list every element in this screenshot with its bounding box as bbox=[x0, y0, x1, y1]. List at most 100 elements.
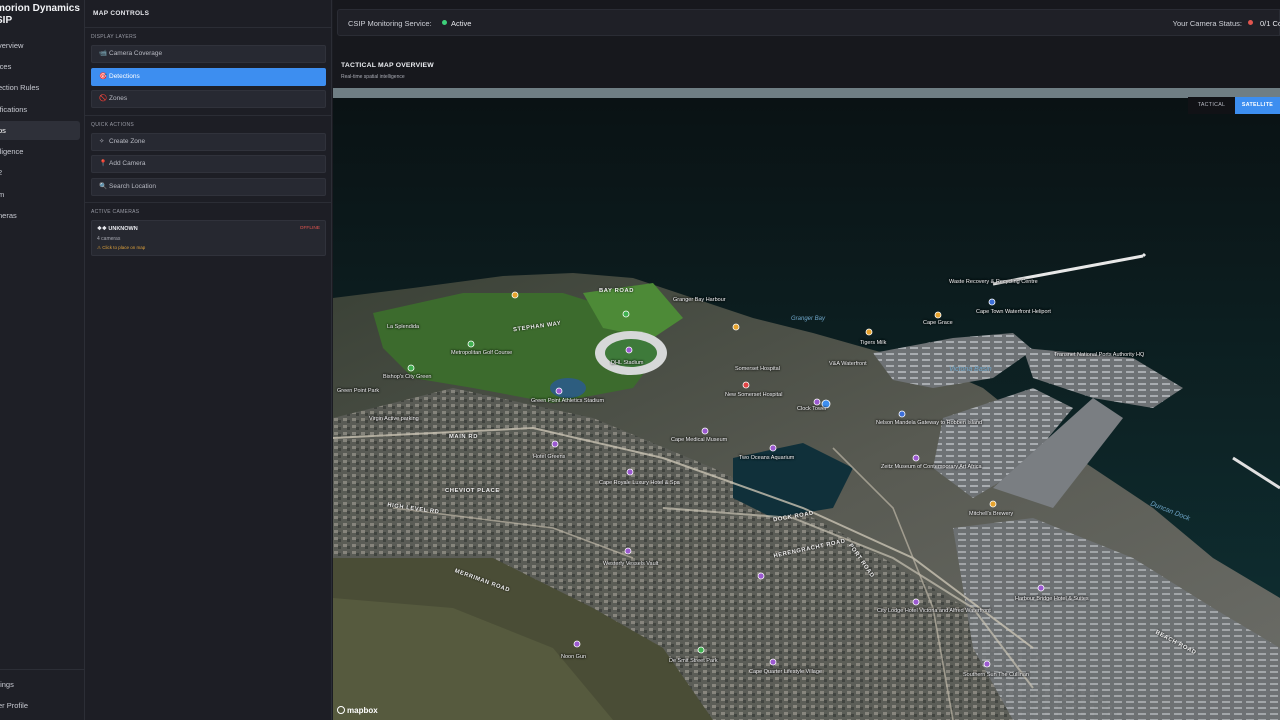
camera-count: 4 cameras bbox=[97, 236, 121, 242]
map-poi[interactable]: Zeitz Museum of Contemporary Art Africa bbox=[881, 464, 982, 470]
map-poi[interactable]: Transnet National Ports Authority HQ bbox=[1054, 352, 1144, 358]
map-poi[interactable]: Cape Royale Luxury Hotel & Spa bbox=[599, 480, 680, 486]
map-poi[interactable]: La Splendida bbox=[387, 324, 419, 330]
map-poi[interactable]: DHL Stadium bbox=[611, 360, 644, 366]
map-poi[interactable]: Clock Tower bbox=[797, 406, 827, 412]
brand-name: morion Dynamics bbox=[0, 3, 80, 14]
satellite-map[interactable]: Victoria Basin Duncan Dock Granger Bay M… bbox=[333, 88, 1280, 720]
sidebar-item-devices[interactable]: ices bbox=[0, 57, 80, 76]
layer-label: Detections bbox=[109, 73, 140, 80]
map-poi[interactable]: Virgin Active parking bbox=[369, 416, 419, 422]
camera-group-card[interactable]: ❖❖ UNKNOWN 4 cameras ⚠ Click to place on… bbox=[91, 220, 326, 256]
map-poi[interactable]: Green Point Athletics Stadium bbox=[531, 398, 604, 404]
camera-status-dot bbox=[1248, 20, 1253, 25]
map-mode-tactical-button[interactable]: TACTICAL bbox=[1188, 97, 1235, 114]
sidebar-item-label: neras bbox=[0, 211, 17, 220]
sidebar-item-notifications[interactable]: ifications bbox=[0, 100, 80, 119]
sidebar-item-detection-rules[interactable]: ection Rules bbox=[0, 78, 80, 97]
sidebar-item-user-profile[interactable]: er Profile bbox=[0, 696, 80, 715]
sidebar-item-label: ices bbox=[0, 62, 12, 71]
display-layers-label: DISPLAY LAYERS bbox=[91, 34, 137, 40]
map-mode-satellite-button[interactable]: SATELLITE bbox=[1235, 97, 1280, 114]
panel-title: MAP CONTROLS bbox=[93, 10, 150, 17]
mapbox-logo-icon bbox=[337, 706, 345, 714]
sidebar-item-cameras[interactable]: neras bbox=[0, 206, 80, 225]
water-label: Victoria Basin bbox=[949, 366, 992, 373]
map-poi[interactable]: Hotel Greens bbox=[533, 454, 565, 460]
map-poi[interactable]: Green Point Park bbox=[337, 388, 379, 394]
service-status-value: Active bbox=[451, 19, 472, 28]
brand: morion Dynamics SIP bbox=[0, 3, 84, 27]
map-poi[interactable]: City Lodge Hotel Victoria and Alfred Wat… bbox=[877, 608, 991, 614]
sidebar-item-intelligence[interactable]: lligence bbox=[0, 142, 80, 161]
layer-camera-coverage-button[interactable]: 📹 Camera Coverage bbox=[91, 45, 326, 63]
map-poi[interactable]: De Smit Street Park bbox=[669, 658, 718, 664]
map-poi[interactable]: Cape Quarter Lifestyle Village bbox=[749, 669, 822, 675]
sparkle-icon: ✧ bbox=[99, 138, 105, 145]
sidebar-item-label: ection Rules bbox=[0, 83, 40, 92]
sidebar-item-7[interactable]: m bbox=[0, 185, 80, 204]
action-label: Add Camera bbox=[109, 160, 146, 167]
map-poi[interactable]: Granger Bay Harbour bbox=[673, 297, 726, 303]
map-poi[interactable]: New Somerset Hospital bbox=[725, 392, 782, 398]
water-label: Granger Bay bbox=[791, 316, 826, 322]
map-poi[interactable]: Noon Gun bbox=[561, 654, 586, 660]
layer-detections-button[interactable]: 🎯 Detections bbox=[91, 68, 326, 86]
pin-icon: 📍 bbox=[99, 160, 108, 167]
sidebar-item-label: lligence bbox=[0, 147, 24, 156]
map-poi[interactable]: Tigers Milk bbox=[860, 340, 886, 346]
mapbox-attribution[interactable]: mapbox bbox=[337, 706, 378, 715]
search-icon: 🔍 bbox=[99, 183, 108, 190]
map-poi[interactable]: V&A Waterfront bbox=[829, 361, 867, 367]
service-status-dot bbox=[442, 20, 447, 25]
main-area: CSIP Monitoring Service: Active Your Cam… bbox=[333, 0, 1280, 720]
create-zone-button[interactable]: ✧ Create Zone bbox=[91, 133, 326, 151]
map-subtitle: Real-time spatial intelligence bbox=[341, 74, 405, 80]
map-poi[interactable]: Cape Grace bbox=[923, 320, 953, 326]
sidebar-item-label: ifications bbox=[0, 105, 28, 114]
sidebar-item-maps[interactable]: ps bbox=[0, 121, 80, 140]
road-label: MAIN RD bbox=[449, 434, 478, 440]
status-bar: CSIP Monitoring Service: Active Your Cam… bbox=[337, 9, 1280, 36]
sidebar-item-label: er Profile bbox=[0, 701, 29, 710]
map-poi[interactable]: Westerly Vessels Vault bbox=[603, 561, 658, 567]
map-poi[interactable]: Somerset Hospital bbox=[735, 366, 780, 372]
active-cameras-label: ACTIVE CAMERAS bbox=[91, 209, 140, 215]
place-on-map-hint[interactable]: ⚠ Click to place on map bbox=[97, 245, 145, 251]
map-poi[interactable]: Mitchell's Brewery bbox=[969, 511, 1013, 517]
camera-icon: 📹 bbox=[99, 50, 108, 57]
camera-status-value: 0/1 Con bbox=[1260, 19, 1280, 28]
map-controls-panel: MAP CONTROLS DISPLAY LAYERS 📹 Camera Cove… bbox=[85, 0, 332, 720]
layer-label: Zones bbox=[109, 95, 128, 102]
map-poi[interactable]: Harbour Bridge Hotel & Suites bbox=[1015, 596, 1089, 602]
road-label: BAY ROAD bbox=[599, 288, 635, 294]
service-status-label: CSIP Monitoring Service: bbox=[348, 19, 432, 28]
map-title: TACTICAL MAP OVERVIEW bbox=[341, 62, 434, 69]
map-poi[interactable]: Cape Town Waterfront Heliport bbox=[976, 309, 1051, 315]
map-poi[interactable]: Cape Medical Museum bbox=[671, 437, 727, 443]
search-location-button[interactable]: 🔍 Search Location bbox=[91, 178, 326, 196]
sidebar-item-6[interactable]: 2 bbox=[0, 163, 80, 182]
map-imagery bbox=[333, 88, 1280, 720]
sidebar-divider bbox=[0, 669, 84, 670]
sidebar-item-label: ps bbox=[0, 126, 6, 135]
status-badge: OFFLINE bbox=[299, 226, 320, 231]
layer-zones-button[interactable]: 🚫 Zones bbox=[91, 90, 326, 108]
map-poi[interactable]: Waste Recovery & Recycling Centre bbox=[949, 279, 1038, 285]
add-camera-button[interactable]: 📍 Add Camera bbox=[91, 155, 326, 173]
map-poi[interactable]: Bishop's City Green bbox=[383, 374, 431, 380]
map-poi[interactable]: Nelson Mandela Gateway to Robben Island bbox=[876, 420, 982, 426]
map-poi[interactable]: Southern Sun The Cullinan bbox=[963, 672, 1029, 678]
map-poi[interactable]: Metropolitan Golf Course bbox=[451, 350, 512, 356]
action-label: Create Zone bbox=[109, 138, 146, 145]
camera-status-label: Your Camera Status: bbox=[1172, 19, 1242, 28]
attribution-text: mapbox bbox=[347, 706, 378, 715]
sidebar-nav: morion Dynamics SIP verview ices ection … bbox=[0, 0, 85, 720]
quick-actions-label: QUICK ACTIONS bbox=[91, 122, 135, 128]
panel-divider bbox=[85, 115, 332, 116]
sidebar-item-overview[interactable]: verview bbox=[0, 36, 80, 55]
map-poi[interactable]: Two Oceans Aquarium bbox=[739, 455, 794, 461]
sidebar-item-settings[interactable]: tings bbox=[0, 675, 80, 694]
app-root: morion Dynamics SIP verview ices ection … bbox=[0, 0, 1280, 720]
layer-label: Camera Coverage bbox=[109, 50, 163, 57]
